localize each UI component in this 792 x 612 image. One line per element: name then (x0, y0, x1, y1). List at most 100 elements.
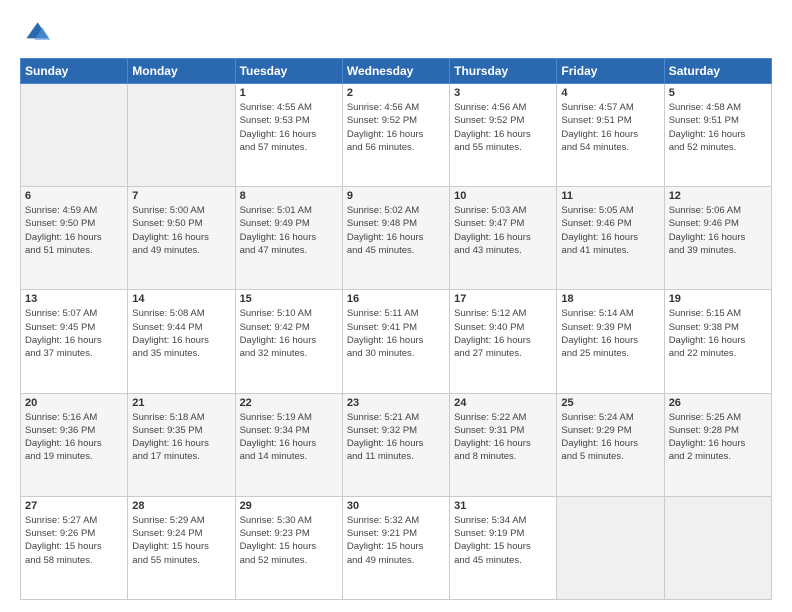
day-info: Sunrise: 5:02 AM Sunset: 9:48 PM Dayligh… (347, 204, 445, 257)
day-info: Sunrise: 5:25 AM Sunset: 9:28 PM Dayligh… (669, 411, 767, 464)
calendar-cell: 18 Sunrise: 5:14 AM Sunset: 9:39 PM Dayli… (557, 290, 664, 393)
day-info: Sunrise: 5:06 AM Sunset: 9:46 PM Dayligh… (669, 204, 767, 257)
day-number: 2 (347, 87, 445, 99)
calendar-cell: 28Sunrise: 5:29 AM Sunset: 9:24 PM Dayli… (128, 496, 235, 599)
calendar-cell: 26 Sunrise: 5:25 AM Sunset: 9:28 PM Dayli… (664, 393, 771, 496)
day-number: 4 (561, 87, 659, 99)
day-number: 20 (25, 397, 123, 409)
calendar-cell (128, 84, 235, 187)
logo-icon (20, 16, 52, 48)
day-info: Sunrise: 4:57 AM Sunset: 9:51 PM Dayligh… (561, 101, 659, 154)
calendar-cell: 27Sunrise: 5:27 AM Sunset: 9:26 PM Dayli… (21, 496, 128, 599)
calendar-week-row: 6Sunrise: 4:59 AM Sunset: 9:50 PM Daylig… (21, 187, 772, 290)
calendar-cell: 25Sunrise: 5:24 AM Sunset: 9:29 PM Dayli… (557, 393, 664, 496)
day-header: Thursday (450, 59, 557, 84)
day-info: Sunrise: 5:30 AM Sunset: 9:23 PM Dayligh… (240, 514, 338, 567)
day-number: 16 (347, 293, 445, 305)
day-number: 29 (240, 500, 338, 512)
calendar-cell: 11Sunrise: 5:05 AM Sunset: 9:46 PM Dayli… (557, 187, 664, 290)
calendar-cell: 10Sunrise: 5:03 AM Sunset: 9:47 PM Dayli… (450, 187, 557, 290)
day-info: Sunrise: 4:58 AM Sunset: 9:51 PM Dayligh… (669, 101, 767, 154)
day-header: Monday (128, 59, 235, 84)
calendar-cell: 1 Sunrise: 4:55 AM Sunset: 9:53 PM Daylig… (235, 84, 342, 187)
calendar-cell (664, 496, 771, 599)
logo (20, 16, 56, 48)
calendar-cell: 2Sunrise: 4:56 AM Sunset: 9:52 PM Daylig… (342, 84, 449, 187)
day-header: Friday (557, 59, 664, 84)
calendar-cell: 14Sunrise: 5:08 AM Sunset: 9:44 PM Dayli… (128, 290, 235, 393)
calendar-cell: 30 Sunrise: 5:32 AM Sunset: 9:21 PM Dayli… (342, 496, 449, 599)
day-number: 8 (240, 190, 338, 202)
day-info: Sunrise: 5:16 AM Sunset: 9:36 PM Dayligh… (25, 411, 123, 464)
day-info: Sunrise: 5:18 AM Sunset: 9:35 PM Dayligh… (132, 411, 230, 464)
day-number: 28 (132, 500, 230, 512)
day-number: 17 (454, 293, 552, 305)
calendar-cell: 21 Sunrise: 5:18 AM Sunset: 9:35 PM Dayli… (128, 393, 235, 496)
day-number: 3 (454, 87, 552, 99)
day-number: 24 (454, 397, 552, 409)
day-number: 6 (25, 190, 123, 202)
day-number: 30 (347, 500, 445, 512)
calendar-cell: 9 Sunrise: 5:02 AM Sunset: 9:48 PM Daylig… (342, 187, 449, 290)
day-info: Sunrise: 5:00 AM Sunset: 9:50 PM Dayligh… (132, 204, 230, 257)
day-number: 13 (25, 293, 123, 305)
calendar-cell: 3 Sunrise: 4:56 AM Sunset: 9:52 PM Daylig… (450, 84, 557, 187)
calendar-cell (21, 84, 128, 187)
day-number: 21 (132, 397, 230, 409)
day-number: 9 (347, 190, 445, 202)
calendar-week-row: 20 Sunrise: 5:16 AM Sunset: 9:36 PM Dayli… (21, 393, 772, 496)
day-number: 18 (561, 293, 659, 305)
day-number: 12 (669, 190, 767, 202)
calendar-cell: 15 Sunrise: 5:10 AM Sunset: 9:42 PM Dayli… (235, 290, 342, 393)
day-number: 15 (240, 293, 338, 305)
calendar-cell: 19 Sunrise: 5:15 AM Sunset: 9:38 PM Dayli… (664, 290, 771, 393)
calendar-cell: 31 Sunrise: 5:34 AM Sunset: 9:19 PM Dayli… (450, 496, 557, 599)
day-header: Tuesday (235, 59, 342, 84)
calendar-cell: 24 Sunrise: 5:22 AM Sunset: 9:31 PM Dayli… (450, 393, 557, 496)
day-info: Sunrise: 5:22 AM Sunset: 9:31 PM Dayligh… (454, 411, 552, 464)
day-info: Sunrise: 5:15 AM Sunset: 9:38 PM Dayligh… (669, 307, 767, 360)
day-number: 7 (132, 190, 230, 202)
calendar-cell: 20 Sunrise: 5:16 AM Sunset: 9:36 PM Dayli… (21, 393, 128, 496)
day-number: 26 (669, 397, 767, 409)
day-info: Sunrise: 4:55 AM Sunset: 9:53 PM Dayligh… (240, 101, 338, 154)
day-info: Sunrise: 5:11 AM Sunset: 9:41 PM Dayligh… (347, 307, 445, 360)
day-info: Sunrise: 5:21 AM Sunset: 9:32 PM Dayligh… (347, 411, 445, 464)
calendar-cell: 17 Sunrise: 5:12 AM Sunset: 9:40 PM Dayli… (450, 290, 557, 393)
day-number: 25 (561, 397, 659, 409)
day-number: 10 (454, 190, 552, 202)
day-header: Wednesday (342, 59, 449, 84)
day-info: Sunrise: 5:01 AM Sunset: 9:49 PM Dayligh… (240, 204, 338, 257)
day-info: Sunrise: 5:08 AM Sunset: 9:44 PM Dayligh… (132, 307, 230, 360)
day-number: 23 (347, 397, 445, 409)
day-info: Sunrise: 4:56 AM Sunset: 9:52 PM Dayligh… (454, 101, 552, 154)
day-info: Sunrise: 5:34 AM Sunset: 9:19 PM Dayligh… (454, 514, 552, 567)
day-number: 1 (240, 87, 338, 99)
day-info: Sunrise: 5:10 AM Sunset: 9:42 PM Dayligh… (240, 307, 338, 360)
calendar-cell: 22 Sunrise: 5:19 AM Sunset: 9:34 PM Dayli… (235, 393, 342, 496)
calendar-header-row: SundayMondayTuesdayWednesdayThursdayFrid… (21, 59, 772, 84)
calendar-cell: 6Sunrise: 4:59 AM Sunset: 9:50 PM Daylig… (21, 187, 128, 290)
calendar-cell: 29 Sunrise: 5:30 AM Sunset: 9:23 PM Dayli… (235, 496, 342, 599)
calendar-week-row: 1 Sunrise: 4:55 AM Sunset: 9:53 PM Daylig… (21, 84, 772, 187)
calendar-week-row: 27Sunrise: 5:27 AM Sunset: 9:26 PM Dayli… (21, 496, 772, 599)
calendar-cell: 7 Sunrise: 5:00 AM Sunset: 9:50 PM Daylig… (128, 187, 235, 290)
day-info: Sunrise: 5:19 AM Sunset: 9:34 PM Dayligh… (240, 411, 338, 464)
calendar-cell (557, 496, 664, 599)
day-info: Sunrise: 5:32 AM Sunset: 9:21 PM Dayligh… (347, 514, 445, 567)
day-info: Sunrise: 5:12 AM Sunset: 9:40 PM Dayligh… (454, 307, 552, 360)
day-number: 31 (454, 500, 552, 512)
page: SundayMondayTuesdayWednesdayThursdayFrid… (0, 0, 792, 612)
day-info: Sunrise: 5:27 AM Sunset: 9:26 PM Dayligh… (25, 514, 123, 567)
calendar-cell: 4 Sunrise: 4:57 AM Sunset: 9:51 PM Daylig… (557, 84, 664, 187)
day-number: 19 (669, 293, 767, 305)
day-header: Sunday (21, 59, 128, 84)
day-info: Sunrise: 5:14 AM Sunset: 9:39 PM Dayligh… (561, 307, 659, 360)
day-number: 5 (669, 87, 767, 99)
day-number: 22 (240, 397, 338, 409)
calendar-cell: 8 Sunrise: 5:01 AM Sunset: 9:49 PM Daylig… (235, 187, 342, 290)
day-info: Sunrise: 5:07 AM Sunset: 9:45 PM Dayligh… (25, 307, 123, 360)
day-header: Saturday (664, 59, 771, 84)
calendar-cell: 23 Sunrise: 5:21 AM Sunset: 9:32 PM Dayli… (342, 393, 449, 496)
calendar-cell: 13 Sunrise: 5:07 AM Sunset: 9:45 PM Dayli… (21, 290, 128, 393)
